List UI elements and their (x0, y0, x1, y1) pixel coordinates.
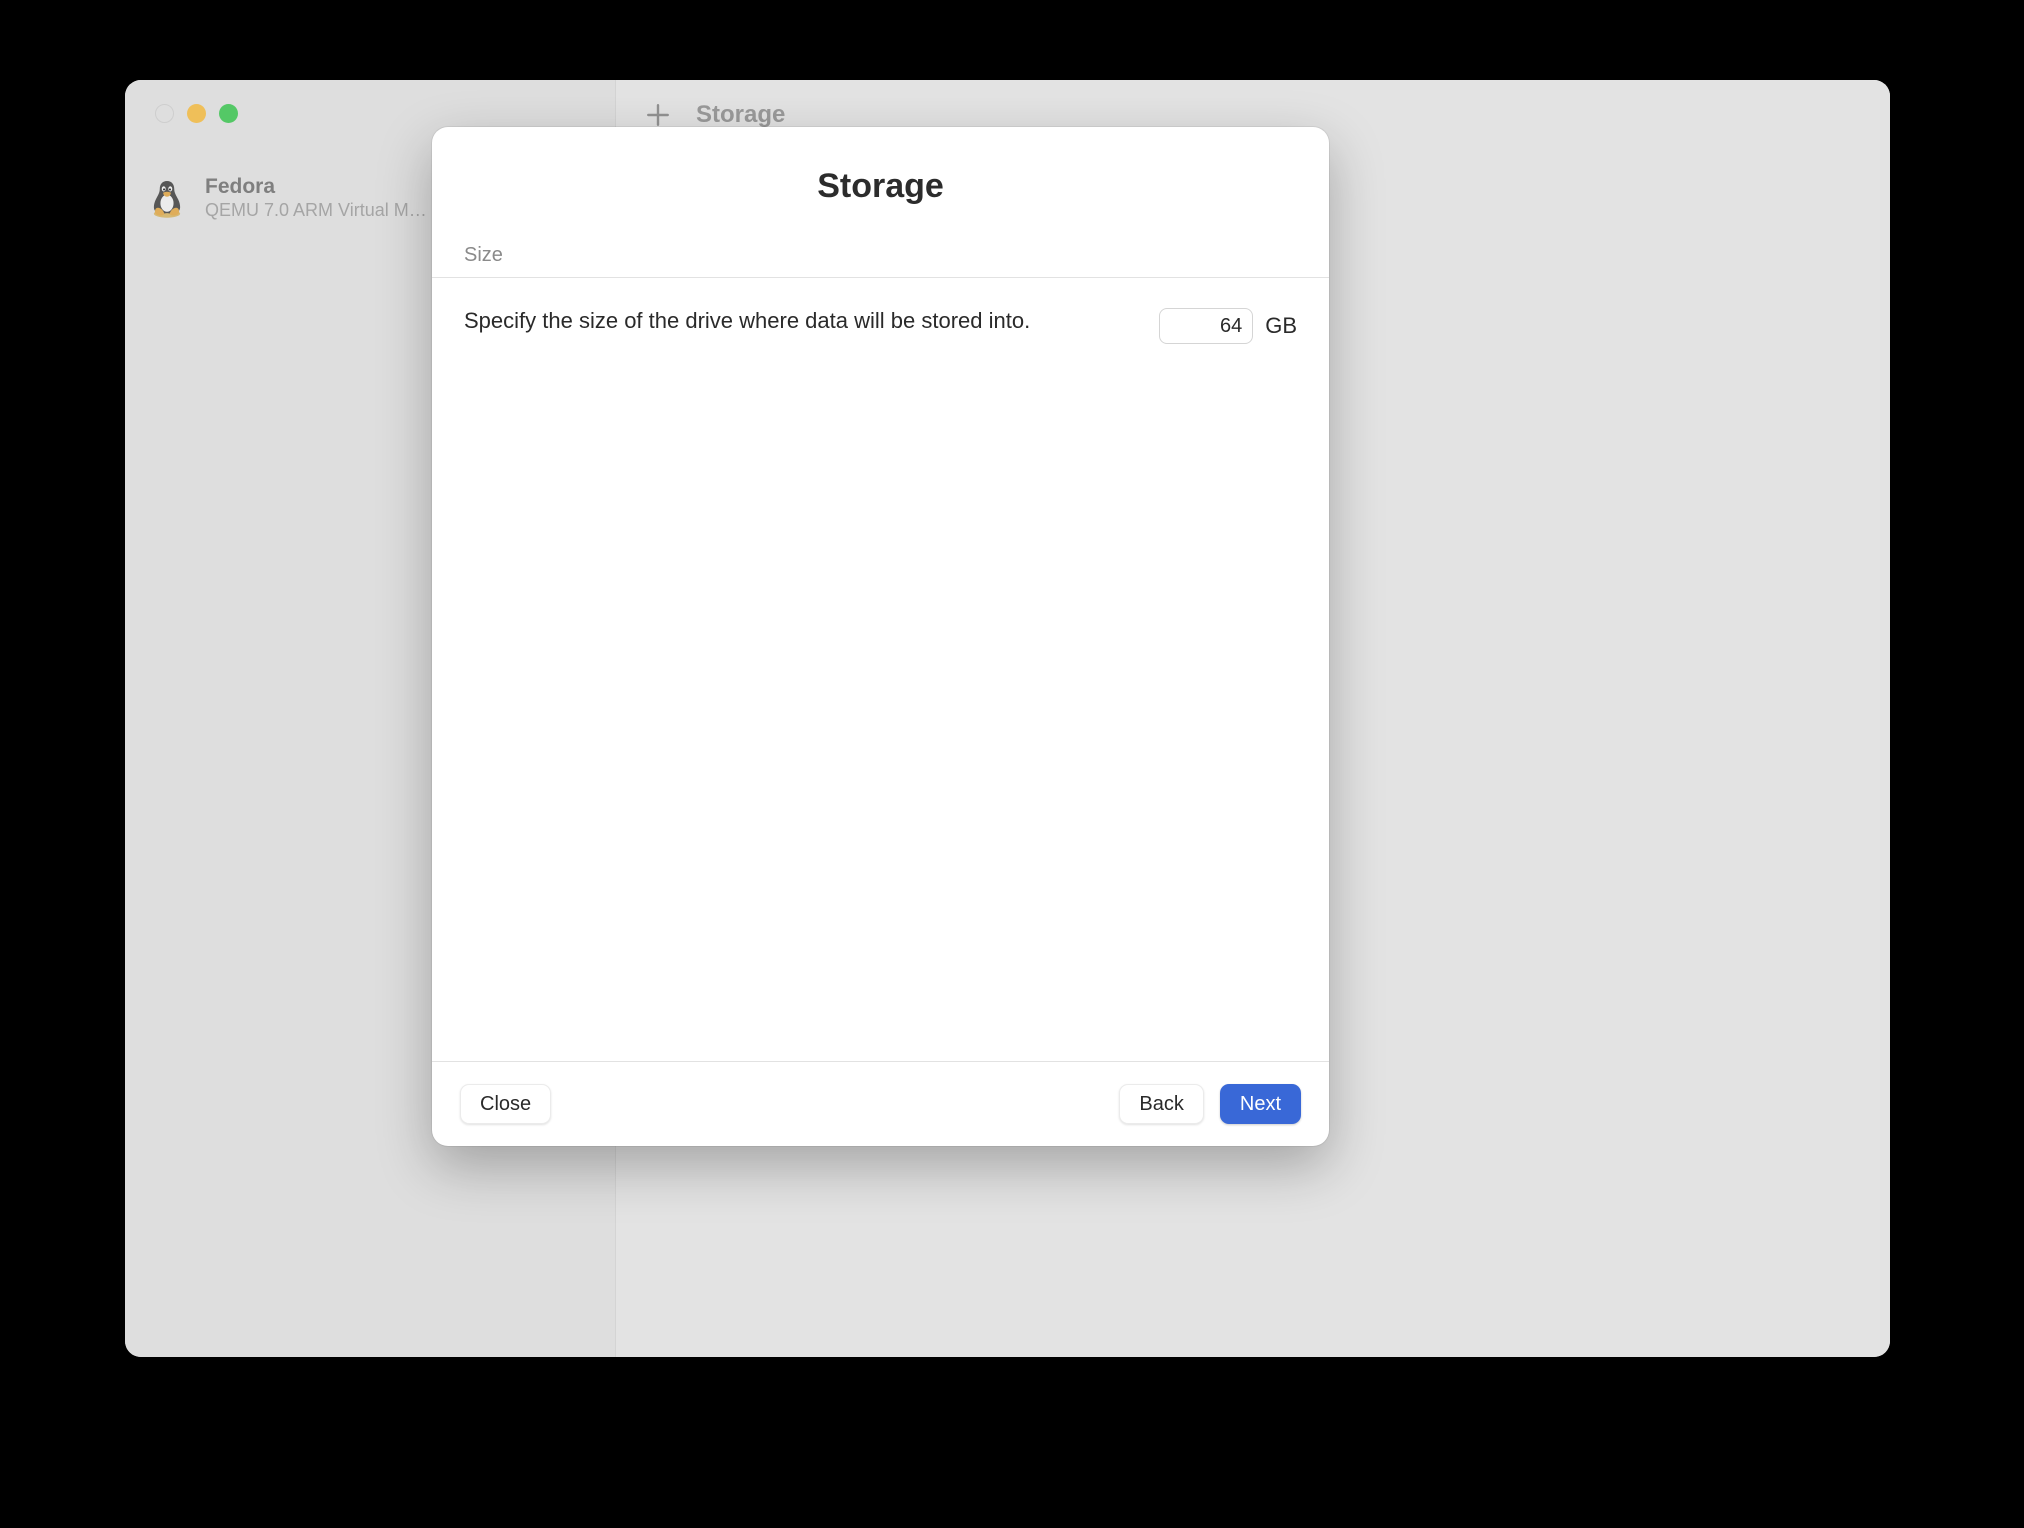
close-button[interactable]: Close (460, 1084, 551, 1124)
window-zoom-button[interactable] (219, 104, 238, 123)
storage-modal: Storage Size Specify the size of the dri… (432, 127, 1329, 1146)
window-close-button[interactable] (155, 104, 174, 123)
size-input[interactable] (1159, 308, 1253, 344)
modal-body: Specify the size of the drive where data… (432, 278, 1329, 1061)
size-description: Specify the size of the drive where data… (464, 306, 1139, 337)
toolbar-title: Storage (696, 101, 785, 129)
size-unit: GB (1265, 313, 1297, 339)
modal-footer: Close Back Next (432, 1061, 1329, 1146)
window-minimize-button[interactable] (187, 104, 206, 123)
modal-title: Storage (432, 167, 1329, 206)
back-button[interactable]: Back (1119, 1084, 1203, 1124)
next-button[interactable]: Next (1220, 1084, 1301, 1124)
linux-penguin-icon (143, 174, 191, 222)
add-button[interactable] (644, 101, 672, 129)
size-section-label: Size (432, 236, 1329, 277)
